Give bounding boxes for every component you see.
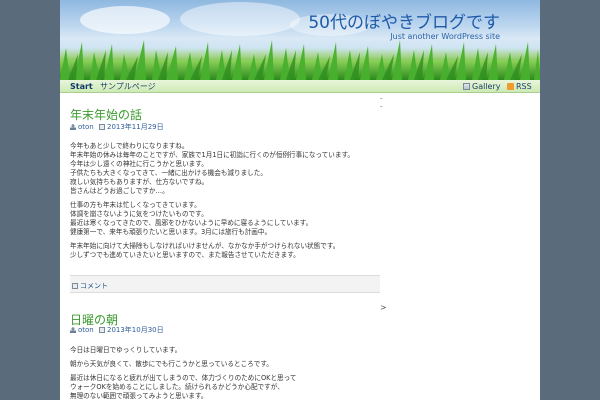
cloud-decoration [80,6,170,34]
site-title[interactable]: 50代のぼやきブログです [308,8,500,33]
post-text-line: 寂しい気持ちもありますが、仕方ないですね。 [70,178,209,186]
pager-arrow[interactable]: > [380,303,387,312]
post-date[interactable]: 2013年10月30日 [107,326,164,334]
author-icon [70,124,76,130]
calendar-icon [98,124,105,130]
post-text-line: 仕事の方も年末は忙しくなってきています。 [70,201,201,209]
post-text-line: 今日は日曜日でゆっくりしています。 [70,346,182,354]
post-meta: oton 2013年10月30日 [70,325,164,335]
gallery-icon [463,83,470,90]
rss-icon [507,83,514,90]
post-text-line: 健康第一で、来年も頑張りたいと思います。3月には旅行も計画中。 [70,228,272,236]
post-text-line: ウォークOKを始めることにしました。続けられるかどうか心配ですが、 [70,383,284,391]
post-date[interactable]: 2013年11月29日 [107,123,164,131]
post-text-line: 今年もあと少しで終わりになりますね。 [70,142,189,150]
post-text-line: 無理のない範囲で頑張ってみようと思います。 [70,392,208,400]
nav-item-rss[interactable]: RSS [507,81,532,92]
nav-bar: Start サンプルページ Gallery RSS [60,80,540,93]
comments-link[interactable]: コメント [72,281,108,291]
cloud-decoration [180,2,300,36]
site-header: 50代のぼやきブログです Just another WordPress site [60,0,540,80]
nav-item-sample-page[interactable]: サンプルページ [100,81,156,92]
post-text-line: 年末年始の休みは毎年のことですが、家族で1月1日に初詣に行くのが恒例行事になって… [70,151,355,159]
nav-gallery-label: Gallery [472,82,501,91]
post-text-line: 少しずつでも進めていきたいと思いますので、また報告させていただきます。 [70,251,300,259]
post-text-line: 朝から天気が良くて、散歩にでも行こうかと思っているところです。 [70,360,273,368]
post-text-line: 子供たちも大きくなってきて、一緒に出かける機会も減りました。 [70,169,267,177]
sidebar-marker: - [380,103,383,111]
site-description: Just another WordPress site [390,32,500,41]
calendar-icon [98,327,105,333]
post-text-line: 最近は寒くなってきたので、風邪をひかないように早めに寝るようにしています。 [70,219,313,227]
post-text-line: 最近は休日になると疲れが出てしまうので、体力づくりのためにOKと思って [70,374,297,382]
post-text-line: 皆さんはどうお過ごしですか…。 [70,187,169,195]
grass-decoration [60,40,540,80]
post-text-line: 体調を崩さないように気をつけたいものです。 [70,210,208,218]
post-text-line: 今年は少し遠くの神社に行こうかと思います。 [70,160,208,168]
nav-item-start[interactable]: Start [70,81,93,92]
comments-link-label: コメント [80,282,108,290]
post-footer: コメント [70,275,380,293]
post-text-line: 年末年始に向けて大掃除もしなければいけませんが、なかなか手がつけられない状態です… [70,242,340,250]
comment-icon [72,283,78,289]
nav-item-gallery[interactable]: Gallery [463,81,501,92]
sidebar-marker: - [380,95,383,103]
nav-rss-label: RSS [516,82,532,91]
post-author[interactable]: oton [78,326,94,334]
page-wrapper: 50代のぼやきブログです Just another WordPress site… [60,0,540,400]
author-icon [70,327,76,333]
post-title[interactable]: 年末年始の話 [70,106,142,123]
post-meta: oton 2013年11月29日 [70,122,164,132]
post-author[interactable]: oton [78,123,94,131]
